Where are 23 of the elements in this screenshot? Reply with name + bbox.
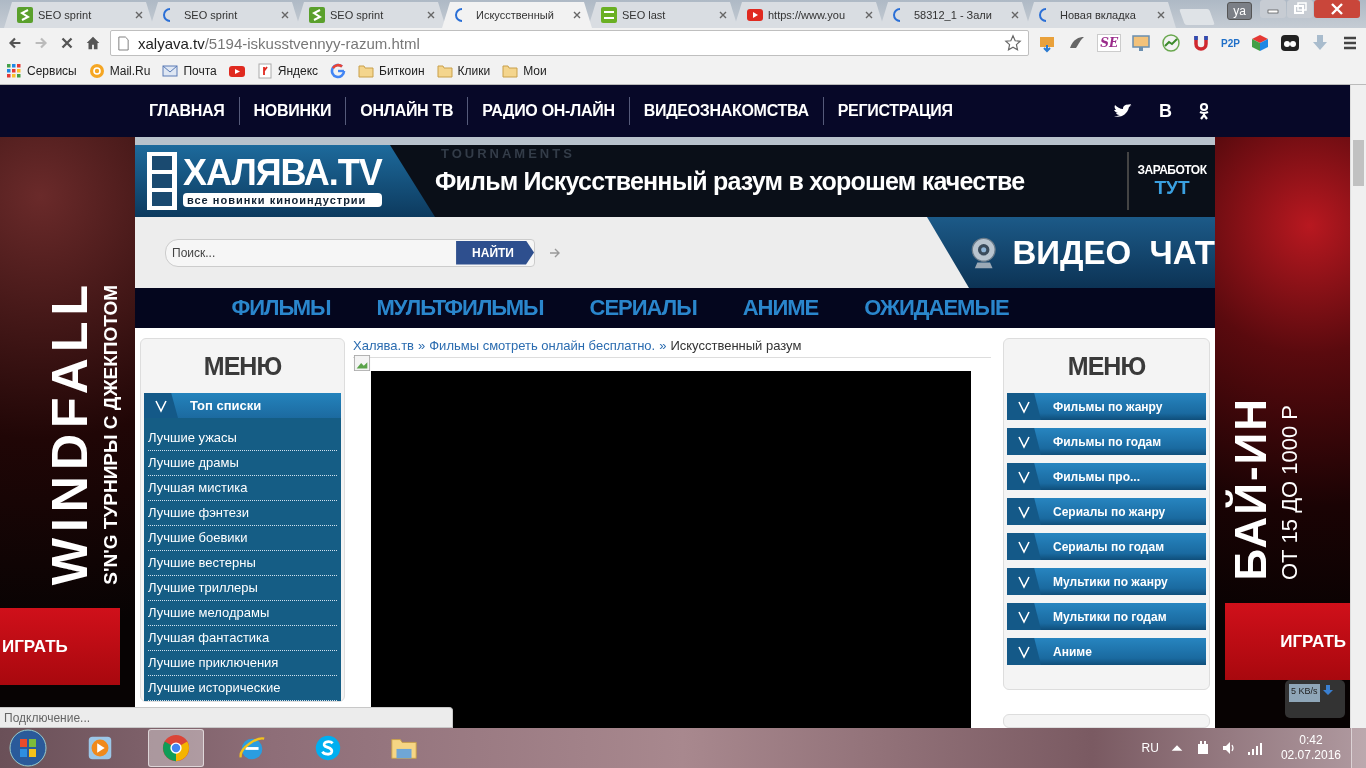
- menu-title: МЕНЮ: [1066, 350, 1147, 382]
- video-chat-label: ВИДЕО ЧАТ: [1012, 233, 1215, 272]
- tab-title: Новая вкладка: [1060, 9, 1137, 21]
- menu-title: МЕНЮ: [202, 350, 283, 382]
- tab-title: SEO sprint: [330, 9, 385, 21]
- breadcrumb-separator: »: [418, 338, 426, 353]
- tab-title: SEO sprint: [184, 9, 239, 21]
- tab-title: 58312_1 - Зали: [914, 9, 993, 21]
- ad-subtitle: ОТ 15 ДО 1000 Р: [1277, 404, 1303, 580]
- url-text: xalyava.tv/5194-iskusstvennyy-razum.html: [138, 34, 421, 52]
- status-tooltip: Подключение...: [0, 707, 453, 728]
- ad-subtitle: S'N'G ТУРНИРЫ С ДЖЕКПОТОМ: [100, 285, 122, 585]
- breadcrumb-separator: »: [659, 338, 667, 353]
- tab-title: Искусственный: [476, 9, 555, 21]
- tab-title: SEO last: [622, 9, 667, 21]
- tab-title: SEO sprint: [38, 9, 93, 21]
- tab-title: https://www.you: [768, 9, 847, 21]
- breadcrumb-current: Искусственный разум: [670, 338, 802, 353]
- logo-title: ХАЛЯВА.TV: [183, 155, 382, 191]
- logo-tagline: все новинки киноиндустрии: [183, 193, 382, 207]
- ad-title: WINDFALL: [44, 278, 96, 585]
- page-headline: Фильм Искусственный разум в хорошем качестве: [435, 166, 1026, 196]
- earn-label: ЗАРАБОТОК: [1137, 163, 1207, 177]
